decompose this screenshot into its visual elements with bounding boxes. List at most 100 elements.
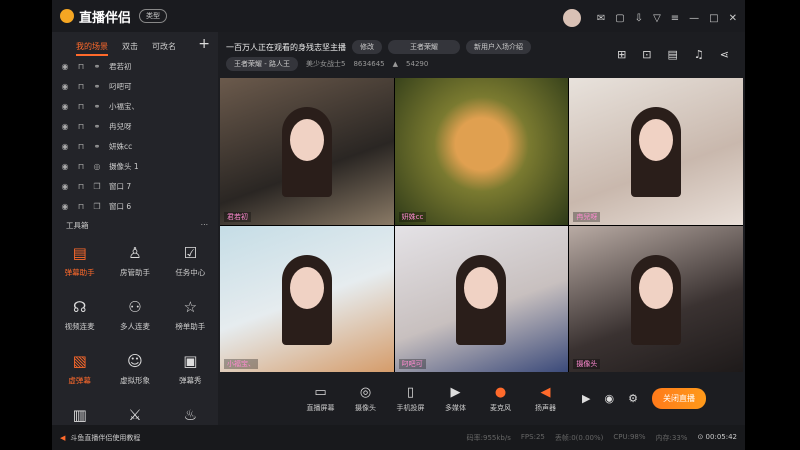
tab-rename[interactable]: 可改名 [152,41,176,56]
tool-icon: ▣ [183,352,198,370]
lock-icon[interactable]: ⊓ [77,142,85,151]
camera-icon: ◎ [359,384,372,400]
lock-icon[interactable]: ⊓ [77,202,85,211]
minimize-icon[interactable]: — [689,13,699,24]
scene-item[interactable]: ◉ ⊓ ⚭ 冉兒呀 [52,116,218,136]
close-icon[interactable]: ✕ [729,13,737,24]
eye-icon[interactable]: ◉ [61,182,69,191]
video-tile[interactable]: 君若初 [220,78,394,225]
eye-icon[interactable]: ◉ [61,102,69,111]
record-icon[interactable]: ▶ [582,392,590,405]
speaker-icon: ◀ [60,433,66,442]
scene-item[interactable]: ◉ ⊓ ◎ 摄像头 1 [52,156,218,176]
layout-icon[interactable]: ▤ [668,48,678,61]
tool-icon: ♨ [183,406,198,424]
tool-icon: ⚔ [128,406,142,424]
tool-icon: ▤ [72,244,87,262]
lock-icon[interactable]: ⊓ [77,122,85,131]
room-title: 一百万人正在观看的身残志坚主播 [226,42,346,52]
video-tile[interactable]: 摄像头 [569,225,743,372]
tutorial-link[interactable]: ◀ 斗鱼直播伴侣使用教程 [60,433,140,443]
camera-button[interactable]: ◎ 摄像头 [343,385,388,413]
timer-value: 00:05:42 [705,432,737,441]
scene-item[interactable]: ◉ ⊓ ⚭ 小福宝、 [52,96,218,116]
tool-item[interactable]: ☺ 虚拟形象 [107,352,162,392]
scene-item[interactable]: ◉ ⊓ ❐ 窗口 7 [52,176,218,196]
tool-item[interactable]: ▧ 虚弹幕 [52,352,107,392]
tool-item[interactable]: ▤ 弹幕助手 [52,244,107,284]
video-tile[interactable]: 叼吧可 [394,225,569,372]
avatar[interactable] [562,9,581,27]
video-preview[interactable]: 君若初 妍姝cc 冉兒呀小福宝、 叼吧可 摄像头 [220,78,743,372]
gift-icon[interactable]: ⊞ [617,48,626,61]
mail-icon[interactable]: ✉ [597,13,605,24]
scene-item[interactable]: ◉ ⊓ ⚭ 妍姝cc [52,136,218,156]
lock-icon[interactable]: ⊓ [77,62,85,71]
speaker-button[interactable]: ◀ 扬声器 [523,385,568,413]
download-icon[interactable]: ⇩ [635,13,643,24]
screen-button[interactable]: ▭ 直播屏幕 [298,385,343,413]
video-tile[interactable]: 小福宝、 [220,225,394,372]
video-tile[interactable]: 冉兒呀 [569,78,743,225]
screen-icon: ▭ [314,384,327,400]
video-tile[interactable]: 妍姝cc [394,78,569,225]
toolbox-title: 工具箱 [66,221,89,230]
tool-item[interactable]: ▣ 弹幕秀 [163,352,218,392]
unlock-icon[interactable]: ⊡ [642,48,651,61]
heat-value: 54290 [406,60,429,68]
fps: FPS:25 [520,432,545,441]
category-selector[interactable]: 王者荣耀 [388,40,460,54]
bell-icon[interactable]: ♫ [694,48,704,61]
message-icon[interactable]: ▢ [615,13,624,24]
phone-cast-button[interactable]: ▯ 手机投屏 [388,385,433,413]
tab-my-scenes[interactable]: 我的场景 [76,41,108,56]
filter-icon[interactable]: ▽ [653,13,661,24]
type-button[interactable]: 类型 [139,9,168,23]
media-icon: ▶ [450,384,461,400]
share-icon[interactable]: ⋖ [720,48,729,61]
scene-item[interactable]: ◉ ⊓ ⚭ 叼吧可 [52,76,218,96]
lock-icon[interactable]: ⊓ [77,102,85,111]
tab-double-click[interactable]: 双击 [122,41,138,56]
scene-item[interactable]: ◉ ⊓ ❐ 窗口 6 [52,196,218,216]
tool-item[interactable]: ♙ 房管助手 [107,244,162,284]
tool-label: 弹幕助手 [64,268,95,277]
lock-icon[interactable]: ⊓ [77,182,85,191]
eye-icon[interactable]: ◉ [604,392,614,405]
scene-name: 摄像头 1 [109,161,139,171]
scene-list: ◉ ⊓ ⚭ 君若初 ◉ ⊓ ⚭ 叼吧可 ◉ ⊓ ⚭ 小福宝、 ◉ ⊓ ⚭ 冉兒呀 ◉ ⊓ ⚭ 妍姝cc ◉ ⊓ ◎ 摄像头 1… [52,56,218,216]
eye-icon[interactable]: ◉ [61,202,69,211]
more-icon[interactable]: ⋯ [201,220,209,231]
media-button[interactable]: ▶ 多媒体 [433,385,478,413]
scene-name: 冉兒呀 [109,121,132,131]
tool-item[interactable]: ☑ 任务中心 [163,244,218,284]
tool-item[interactable]: ☊ 视频连麦 [52,298,107,338]
sub-category-selector[interactable]: 王者荣耀 - 路人王 [226,57,298,71]
microphone-button[interactable]: ● 麦克风 [478,385,523,413]
intro-button[interactable]: 新用户入场介绍 [466,40,531,54]
scene-item[interactable]: ◉ ⊓ ⚭ 君若初 [52,56,218,76]
tool-item[interactable]: ☆ 榜单助手 [163,298,218,338]
lock-icon[interactable]: ⊓ [77,82,85,91]
eye-icon[interactable]: ◉ [61,162,69,171]
link-icon: ⚭ [93,81,101,91]
maximize-icon[interactable]: □ [709,13,718,24]
speaker-icon: ◀ [540,384,551,400]
anchor-name: 美少女战士5 [305,60,346,68]
tile-name: 叼吧可 [398,359,426,369]
close-live-button[interactable]: 关闭直播 [651,388,706,409]
person-face [639,119,674,162]
menu-icon[interactable]: ≡ [671,13,679,24]
eye-icon[interactable]: ◉ [61,62,69,71]
eye-icon[interactable]: ◉ [61,82,69,91]
tool-icon: ☊ [73,298,87,316]
tool-item[interactable]: ⚇ 多人连麦 [107,298,162,338]
add-scene-button[interactable]: + [198,36,210,52]
lock-icon[interactable]: ⊓ [77,162,85,171]
bitrate: 码率:955kb/s [466,433,511,442]
eye-icon[interactable]: ◉ [61,122,69,131]
scene-tabs: 我的场景 双击 可改名 + [52,32,218,56]
edit-title-button[interactable]: 修改 [352,40,382,54]
settings-icon[interactable]: ⚙ [628,392,638,405]
eye-icon[interactable]: ◉ [61,142,69,151]
